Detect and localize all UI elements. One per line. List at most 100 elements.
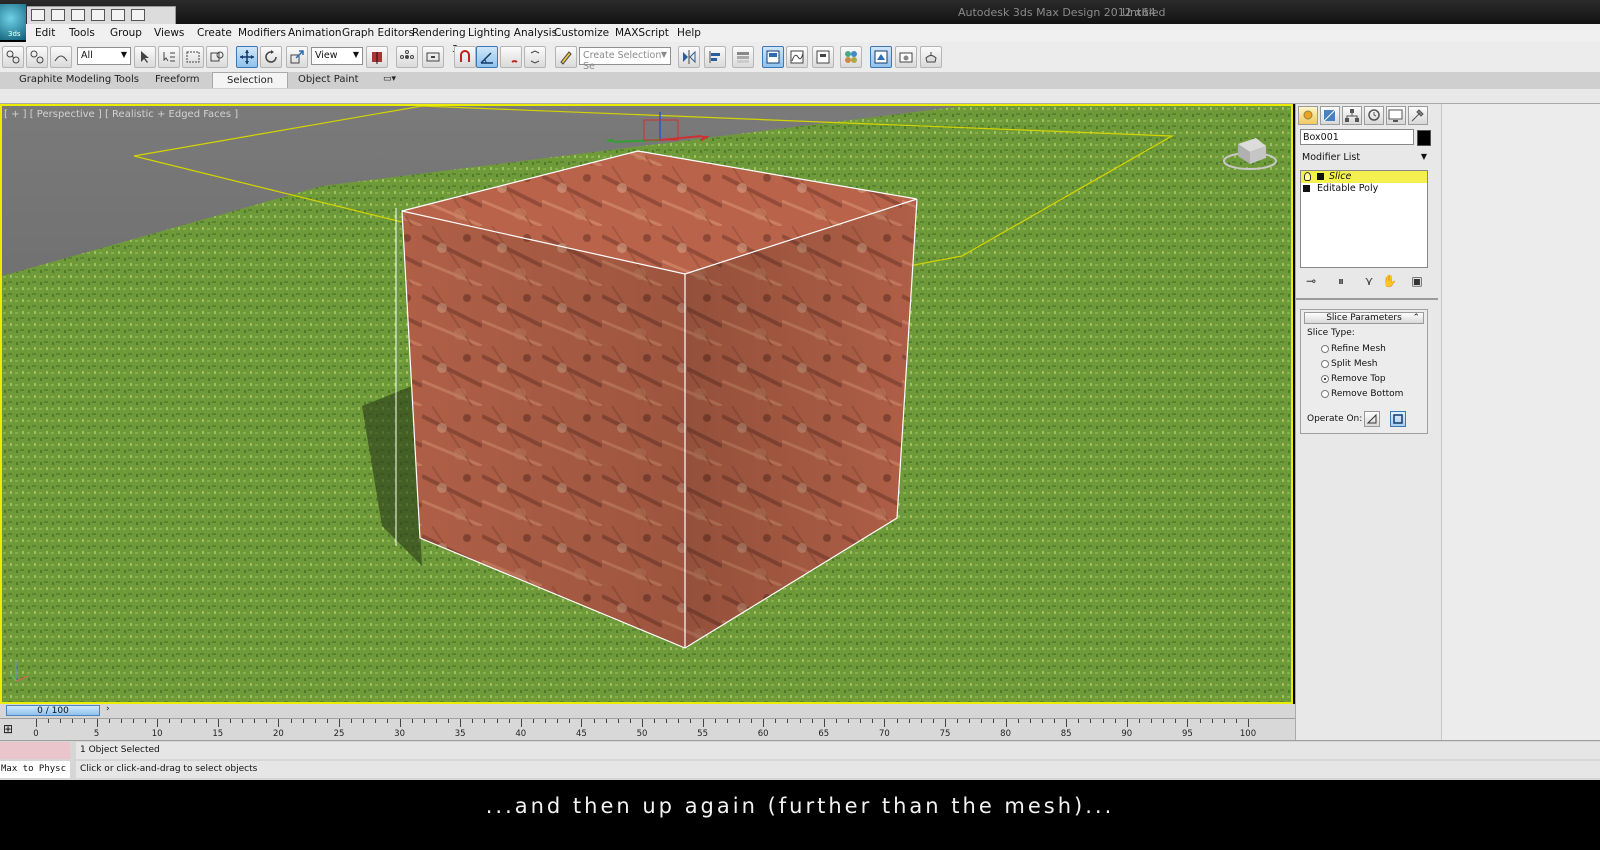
- menu-modifiers[interactable]: Modifiers: [238, 27, 286, 39]
- expand-icon[interactable]: [1317, 173, 1324, 180]
- open-file-icon[interactable]: [51, 9, 65, 21]
- menu-graph-editors[interactable]: Graph Editors: [342, 27, 414, 39]
- mini-curve-editor-icon[interactable]: ⊞: [3, 722, 13, 736]
- tab-selection[interactable]: Selection: [212, 72, 289, 88]
- mirror-button[interactable]: [678, 46, 700, 68]
- stack-item-slice[interactable]: Slice: [1301, 171, 1427, 183]
- render-production-button[interactable]: [920, 46, 942, 68]
- schematic-view-button[interactable]: [812, 46, 834, 68]
- tab-freeform[interactable]: Freeform: [155, 74, 200, 85]
- graphite-toggle-button[interactable]: [762, 46, 784, 68]
- undo-icon[interactable]: [91, 9, 105, 21]
- save-icon[interactable]: [71, 9, 85, 21]
- make-unique-icon[interactable]: ⋎: [1362, 274, 1376, 288]
- show-end-result-icon[interactable]: ⏸: [1334, 274, 1348, 288]
- select-and-rotate-button[interactable]: [260, 46, 282, 68]
- selection-filter-dropdown[interactable]: All ▼: [77, 47, 131, 65]
- select-object-button[interactable]: [134, 46, 156, 68]
- lightbulb-icon[interactable]: [1304, 172, 1311, 181]
- tab-hierarchy-icon[interactable]: [1342, 106, 1362, 125]
- rendered-frame-window-button[interactable]: [895, 46, 917, 68]
- menu-views[interactable]: Views: [154, 27, 184, 39]
- configure-modifier-sets-icon[interactable]: ▣: [1410, 274, 1424, 288]
- timeline-tick: [375, 719, 377, 723]
- edit-named-selection-button[interactable]: [555, 46, 577, 68]
- timeline-tick: [908, 719, 910, 723]
- menu-lighting-analysis[interactable]: Lighting Analysis: [468, 27, 557, 39]
- select-by-name-button[interactable]: [158, 46, 180, 68]
- select-and-move-button[interactable]: [236, 46, 258, 68]
- timeline-tick: [569, 719, 571, 723]
- object-name-field[interactable]: Box001: [1300, 129, 1414, 145]
- modifier-list-dropdown[interactable]: Modifier List ▼: [1300, 150, 1430, 166]
- operate-on-polygon-button[interactable]: [1390, 411, 1406, 427]
- radio-refine-mesh[interactable]: [1321, 345, 1329, 353]
- quick-access-toolbar[interactable]: [26, 6, 176, 26]
- new-file-icon[interactable]: [31, 9, 45, 21]
- tab-modify-icon[interactable]: [1320, 106, 1340, 125]
- menu-customize[interactable]: Customize: [554, 27, 609, 39]
- select-and-link-button[interactable]: [2, 46, 24, 68]
- timeline-tick-label: 45: [575, 729, 587, 739]
- modifier-stack[interactable]: Slice Editable Poly: [1300, 170, 1428, 268]
- perspective-viewport[interactable]: [ + ] [ Perspective ] [ Realistic + Edge…: [0, 104, 1293, 704]
- time-slider[interactable]: 0 / 100 ›: [0, 704, 1295, 718]
- expand-icon[interactable]: [1303, 185, 1310, 192]
- timeline-tick-label: 80: [1000, 729, 1012, 739]
- project-folder-icon[interactable]: [131, 9, 145, 21]
- menu-help[interactable]: Help: [677, 27, 701, 39]
- stack-item-editable-poly[interactable]: Editable Poly: [1301, 183, 1427, 195]
- track-bar[interactable]: ⊞ 0 5 10 15 20 25 30 35 40 45 50 55 60 65 70 75 80 85 90 95…: [0, 718, 1295, 741]
- maxscript-listener-top[interactable]: [0, 742, 70, 759]
- remove-modifier-icon[interactable]: ✋: [1382, 274, 1397, 288]
- viewport-label[interactable]: [ + ] [ Perspective ] [ Realistic + Edge…: [4, 109, 238, 120]
- layer-manager-button[interactable]: [732, 46, 754, 68]
- pivot-center-button[interactable]: [366, 46, 388, 68]
- pin-stack-icon[interactable]: ⊸: [1304, 274, 1318, 288]
- unlink-button[interactable]: [26, 46, 48, 68]
- material-editor-button[interactable]: [840, 46, 862, 68]
- curve-editor-button[interactable]: [786, 46, 808, 68]
- next-frame-icon[interactable]: ›: [106, 704, 110, 714]
- radio-remove-bottom[interactable]: [1321, 390, 1329, 398]
- menu-rendering[interactable]: Rendering: [412, 27, 466, 39]
- time-slider-knob[interactable]: 0 / 100: [6, 705, 100, 716]
- tab-graphite-modeling-tools[interactable]: Graphite Modeling Tools: [19, 74, 139, 85]
- tab-motion-icon[interactable]: [1364, 106, 1384, 125]
- object-color-swatch[interactable]: [1417, 130, 1431, 146]
- maxscript-listener-bottom[interactable]: Max to Physc: [0, 761, 70, 778]
- rollout-header[interactable]: Slice Parameters ⌃: [1304, 312, 1424, 324]
- menu-edit[interactable]: Edit: [35, 27, 55, 39]
- menu-tools[interactable]: Tools: [69, 27, 95, 39]
- ribbon-options-icon[interactable]: ▭▾: [383, 74, 396, 84]
- timeline-tick-label: 75: [939, 729, 951, 739]
- render-setup-button[interactable]: [870, 46, 892, 68]
- menu-create[interactable]: Create: [197, 27, 232, 39]
- radio-remove-top[interactable]: [1321, 375, 1329, 383]
- select-manipulate-button[interactable]: [396, 46, 418, 68]
- rectangular-selection-button[interactable]: [182, 46, 204, 68]
- operate-on-face-button[interactable]: [1364, 411, 1380, 427]
- percent-snap-button[interactable]: [500, 46, 522, 68]
- select-and-scale-button[interactable]: [286, 46, 308, 68]
- tab-create-icon[interactable]: [1298, 106, 1318, 125]
- radio-split-mesh[interactable]: [1321, 360, 1329, 368]
- tab-object-paint[interactable]: Object Paint: [298, 74, 359, 85]
- angle-snap-button[interactable]: [476, 46, 498, 68]
- window-crossing-button[interactable]: [206, 46, 228, 68]
- application-button[interactable]: 3ds: [0, 4, 27, 40]
- menu-group[interactable]: Group: [110, 27, 142, 39]
- menu-maxscript[interactable]: MAXScript: [615, 27, 669, 39]
- menu-animation[interactable]: Animation: [288, 27, 342, 39]
- spinner-snap-button[interactable]: [524, 46, 546, 68]
- snaps-toggle-button[interactable]: [454, 46, 476, 68]
- bind-space-warp-button[interactable]: [50, 46, 72, 68]
- chevron-down-icon: ▼: [352, 50, 359, 59]
- tab-display-icon[interactable]: [1386, 106, 1406, 125]
- named-selection-sets-input[interactable]: Create Selection Se ▼: [579, 47, 671, 72]
- reference-coordinate-dropdown[interactable]: View ▼: [311, 47, 363, 65]
- keyboard-shortcut-override-button[interactable]: [422, 46, 444, 68]
- tab-utilities-icon[interactable]: [1408, 106, 1428, 125]
- align-button[interactable]: [704, 46, 726, 68]
- redo-icon[interactable]: [111, 9, 125, 21]
